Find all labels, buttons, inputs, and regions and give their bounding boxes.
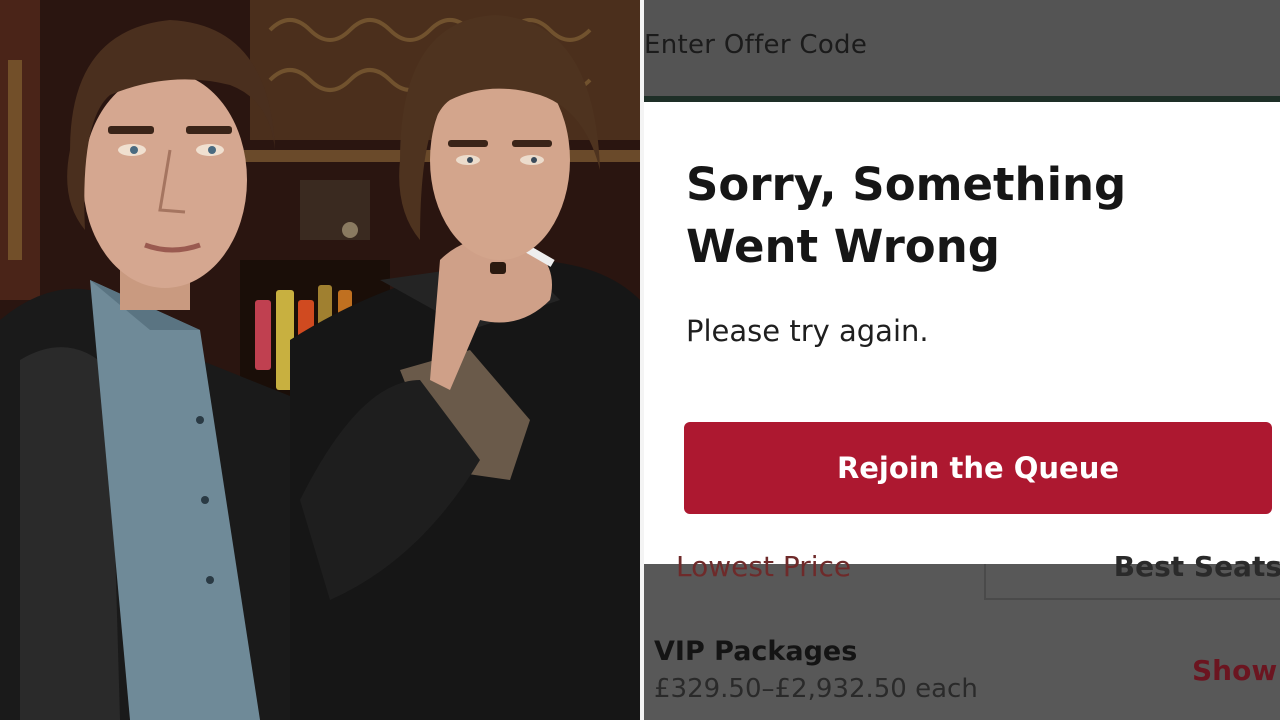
- listing-price: £329.50–£2,932.50 each: [654, 674, 978, 704]
- error-modal: Sorry, Something Went Wrong Please try a…: [644, 102, 1280, 564]
- photo-illustration: [0, 0, 640, 720]
- listing-show-button[interactable]: Show: [1192, 654, 1277, 687]
- modal-title: Sorry, Something Went Wrong: [686, 158, 1127, 273]
- offer-code-input[interactable]: Enter Offer Code: [644, 30, 867, 60]
- sort-lowest-price-tab[interactable]: Lowest Price: [676, 550, 851, 583]
- listing-area: Lowest Price Best Seats VIP Packages £32…: [644, 550, 1280, 720]
- photo-panel: [0, 0, 640, 720]
- rejoin-queue-button[interactable]: Rejoin the Queue: [684, 422, 1272, 514]
- sort-best-seats-tab[interactable]: Best Seats: [984, 550, 1280, 600]
- sort-best-seats-label: Best Seats: [1113, 550, 1280, 583]
- listing-title: VIP Packages: [654, 636, 858, 667]
- ticket-app-screenshot: Enter Offer Code Sorry, Something Went W…: [644, 0, 1280, 720]
- offer-code-bar[interactable]: Enter Offer Code: [644, 0, 1280, 96]
- modal-message: Please try again.: [686, 314, 929, 348]
